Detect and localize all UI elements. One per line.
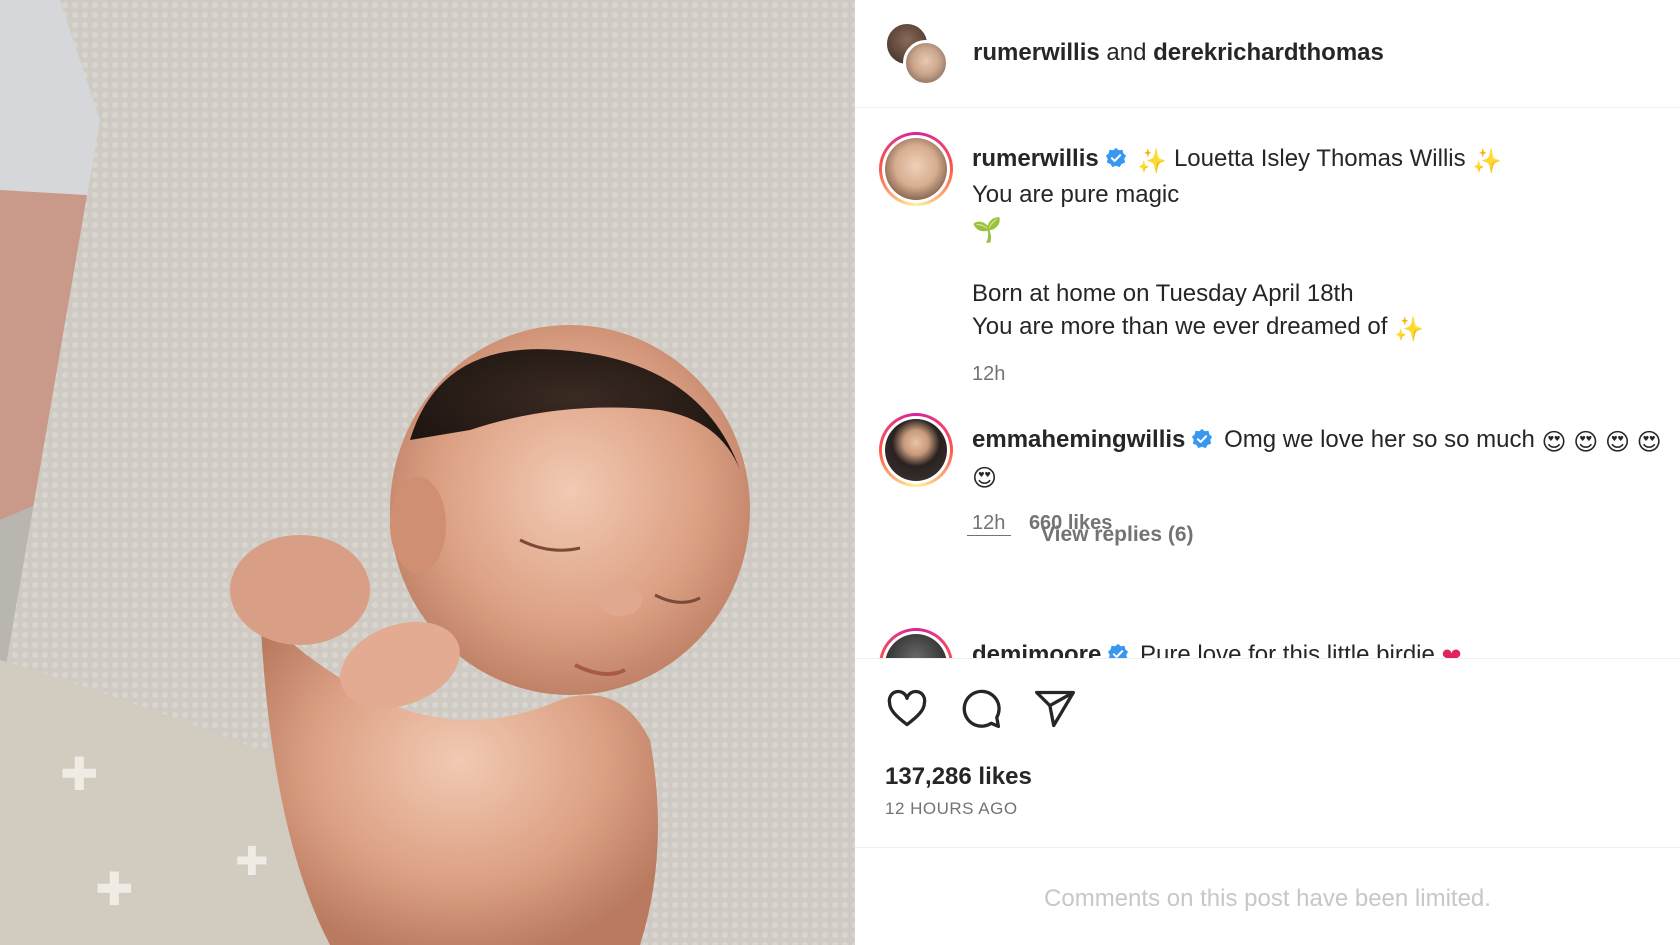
header-joiner: and (1106, 39, 1147, 66)
likes-count[interactable]: 137,286 likes (885, 763, 1032, 791)
caption-line-2: You are pure magic (972, 181, 1180, 208)
sparkles-icon: ✨ (1137, 148, 1168, 175)
comments-limited-notice: Comments on this post have been limited. (1044, 885, 1491, 912)
comment-username[interactable]: emmahemingwillis (972, 426, 1185, 453)
collab-avatars[interactable] (885, 22, 949, 86)
post-timestamp[interactable]: 12 HOURS AGO (885, 799, 1018, 819)
view-replies-label: View replies (6) (1041, 523, 1194, 546)
replies-divider (967, 534, 1011, 536)
avatar (885, 138, 947, 200)
verified-badge-icon (1107, 641, 1129, 658)
caption-line-1: Louetta Isley Thomas Willis (1173, 145, 1466, 172)
heart-eyes-icon: 😍 (1573, 429, 1599, 456)
verified-badge-icon (1191, 426, 1213, 449)
avatar-ring[interactable] (879, 132, 953, 206)
paper-plane-icon[interactable] (1033, 687, 1077, 731)
svg-text:✚: ✚ (60, 747, 99, 801)
caption-username[interactable]: rumerwillis (972, 145, 1099, 172)
heart-eyes-icon: 😍 (1604, 429, 1630, 456)
sparkles-icon: ✨ (1472, 148, 1503, 175)
collab-usernames: rumerwillis and derekrichardthomas (973, 38, 1384, 68)
heart-icon[interactable] (885, 687, 929, 731)
heart-eyes-icon: 😍 (972, 465, 998, 492)
red-heart-icon: ❤ (1441, 644, 1462, 658)
comment-bubble-icon[interactable] (959, 687, 1003, 731)
seedling-icon: 🌱 (972, 217, 1002, 244)
action-bar (885, 687, 1077, 731)
heart-eyes-icon: 😍 (1636, 429, 1662, 456)
avatar-ring[interactable] (879, 628, 953, 658)
sparkles-icon: ✨ (1394, 316, 1424, 343)
header-username-1[interactable]: rumerwillis (973, 39, 1100, 66)
avatar (903, 40, 949, 86)
post-actions: 137,286 likes 12 HOURS AGO (855, 658, 1680, 848)
heart-eyes-icon: 😍 (1541, 429, 1567, 456)
caption-line-3: Born at home on Tuesday April 18th (972, 280, 1354, 307)
header-username-2[interactable]: derekrichardthomas (1153, 39, 1384, 66)
view-replies-button[interactable]: View replies (6) (967, 523, 1194, 547)
comments-list[interactable]: rumerwillis ✨ Louetta Isley Thomas Willi… (855, 108, 1680, 658)
post-photo[interactable]: ✚ ✚ ✚ (0, 0, 855, 945)
comment-text: Pure love for this little birdie (1140, 641, 1435, 658)
avatar (885, 419, 947, 481)
verified-badge-icon (1105, 145, 1127, 168)
avatar (885, 634, 947, 658)
newborn-photo: ✚ ✚ ✚ (0, 0, 855, 945)
avatar-ring[interactable] (879, 413, 953, 487)
post-sidebar: rumerwillis and derekrichardthomas rumer… (855, 0, 1680, 945)
post-header: rumerwillis and derekrichardthomas (855, 0, 1680, 108)
svg-text:✚: ✚ (95, 862, 134, 916)
svg-text:✚: ✚ (235, 839, 269, 885)
caption-line-4: You are more than we ever dreamed of (972, 313, 1388, 340)
comment-text: Omg we love her so so much (1224, 426, 1535, 453)
comment-username[interactable]: demimoore (972, 641, 1101, 658)
caption-time[interactable]: 12h (972, 363, 1005, 385)
